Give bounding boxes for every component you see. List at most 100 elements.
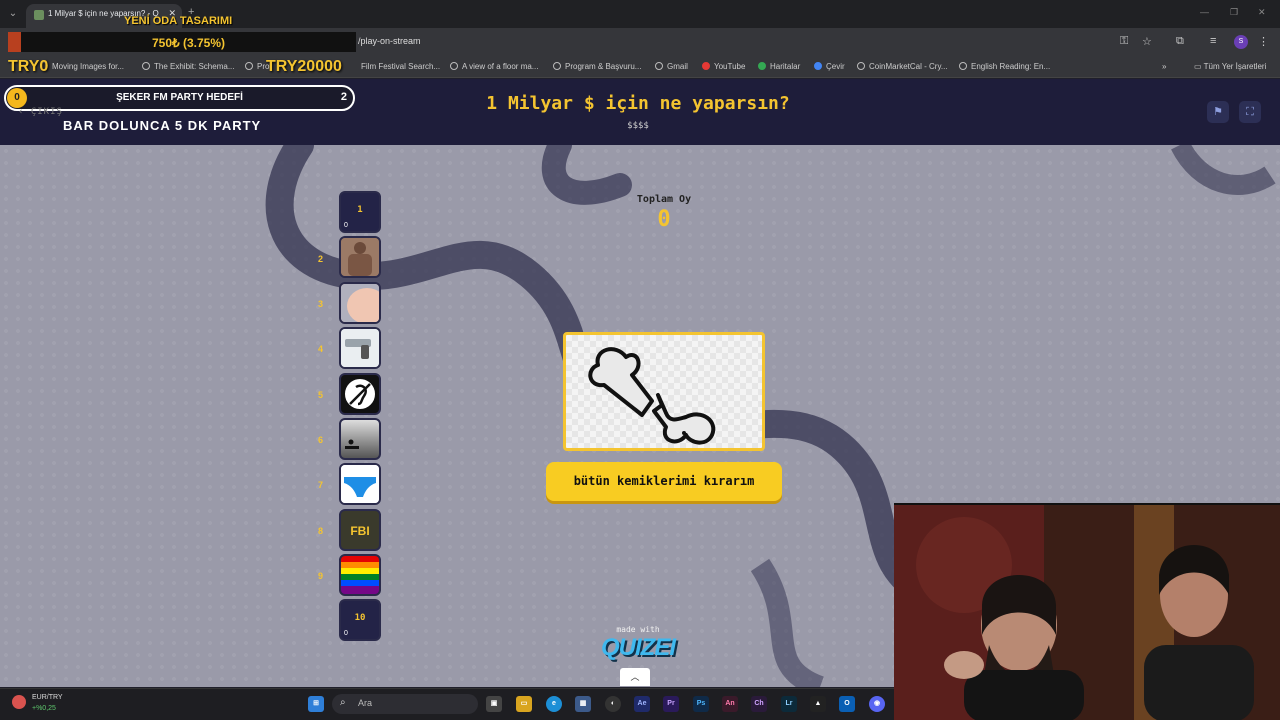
ladder-number: 7 <box>318 480 324 490</box>
globe-icon <box>450 62 458 70</box>
edge-browser-icon[interactable]: e <box>546 696 562 712</box>
ladder-cell-8[interactable]: FBI <box>339 509 381 551</box>
lonely-bench-image <box>341 420 379 458</box>
close-window-icon[interactable]: ✕ <box>1258 7 1266 18</box>
currency-widget-icon[interactable] <box>12 695 26 709</box>
store-icon[interactable]: ▦ <box>575 696 591 712</box>
bookmark-item[interactable]: Program & Başvuru... <box>553 62 641 71</box>
broken-bone-icon <box>588 347 716 445</box>
browser-menu-icon[interactable]: ⋮ <box>1258 35 1269 48</box>
flag-icon: ⚑ <box>1213 106 1223 118</box>
donation-progress-bar: 750₺ (3.75%) <box>8 32 356 52</box>
file-explorer-icon[interactable]: ▭ <box>516 696 532 712</box>
ladder-cell-3[interactable] <box>339 282 381 324</box>
premiere-icon[interactable]: Pr <box>663 696 679 712</box>
animate-icon[interactable]: An <box>722 696 738 712</box>
folder-icon: ▭ <box>1194 62 1204 71</box>
bookmark-item[interactable]: A view of a floor ma... <box>450 62 538 71</box>
ladder-number: 3 <box>318 299 324 309</box>
media-queue-icon[interactable]: ≡ <box>1210 35 1216 47</box>
app-triangle-icon[interactable]: ▲ <box>810 696 826 712</box>
ladder-cell-10[interactable]: 10 0 <box>339 599 381 641</box>
total-votes-value: 0 <box>657 207 671 232</box>
ladder-cell-4[interactable] <box>339 327 381 369</box>
ladder-number: 5 <box>318 390 324 400</box>
task-view-icon[interactable]: ▣ <box>486 696 502 712</box>
ladder-number: 2 <box>318 254 324 264</box>
fullscreen-button[interactable]: ⛶ <box>1239 101 1261 123</box>
bookmarks-bar: Moving Images for... The Exhibit: Schema… <box>0 56 1280 78</box>
ladder-number: 6 <box>318 435 324 445</box>
answer-button[interactable]: bütün kemiklerimi kırarım <box>546 462 782 501</box>
bookmark-item[interactable]: CoinMarketCal - Cry... <box>857 62 948 71</box>
deaf-symbol-icon <box>343 377 377 411</box>
discord-icon[interactable]: ◉ <box>869 696 885 712</box>
currency-widget-value: +%0,25 <box>32 705 56 712</box>
bookmark-star-icon[interactable]: ☆ <box>1142 35 1152 48</box>
fullscreen-icon: ⛶ <box>1246 106 1254 118</box>
scroll-up-icon[interactable]: ︿ <box>620 668 650 686</box>
progress-start-label: TRY0 <box>8 58 49 75</box>
made-with-label: made with <box>616 625 660 634</box>
ladder-cell-5[interactable] <box>339 373 381 415</box>
tab-favicon-icon <box>34 10 44 20</box>
character-animator-icon[interactable]: Ch <box>751 696 767 712</box>
bookmark-item[interactable]: Çevir <box>814 62 845 71</box>
ladder-cell-6[interactable] <box>339 418 381 460</box>
maximize-icon[interactable]: ❐ <box>1230 7 1238 18</box>
tab-search-chevron-icon[interactable]: ⌄ <box>4 5 22 23</box>
progress-end-label: TRY20000 <box>266 58 342 75</box>
ladder-number: 4 <box>318 344 324 354</box>
question-title: 1 Milyar $ için ne yaparsın? <box>486 93 790 114</box>
gun-image <box>341 329 379 367</box>
extensions-icon[interactable]: ⧉ <box>1176 35 1184 48</box>
webcam-feed <box>894 503 1280 720</box>
outlook-icon[interactable]: O <box>839 696 855 712</box>
password-key-icon[interactable]: ⚿ <box>1120 35 1128 48</box>
ladder-number: 9 <box>318 571 324 581</box>
bookmark-item[interactable]: English Reading: En... <box>959 62 1050 71</box>
bookmark-item[interactable]: Film Festival Search... <box>361 62 440 71</box>
quizei-logo[interactable]: QUIZEI <box>596 634 680 662</box>
currency-widget-label[interactable]: EUR/TRY <box>32 694 63 701</box>
bookmark-item[interactable]: Gmail <box>655 62 688 71</box>
skin-image <box>341 284 379 322</box>
ladder-cell-9[interactable] <box>339 554 381 596</box>
ladder-cell-1[interactable]: 1 0 <box>339 191 381 233</box>
bookmark-item[interactable]: Moving Images for... <box>40 62 124 71</box>
overlay-title: YENİ ODA TASARIMI <box>124 15 233 27</box>
report-flag-button[interactable]: ⚑ <box>1207 101 1229 123</box>
bookmark-item[interactable]: The Exhibit: Schema... <box>142 62 234 71</box>
windows-start-icon[interactable]: ⊞ <box>308 696 324 712</box>
translate-icon <box>814 62 822 70</box>
maps-pin-icon <box>758 62 766 70</box>
globe-icon <box>857 62 865 70</box>
bookmark-item[interactable]: Haritalar <box>758 62 800 71</box>
lightroom-icon[interactable]: Lr <box>781 696 797 712</box>
profile-avatar[interactable]: S <box>1234 35 1248 49</box>
total-votes-label: Toplam Oy <box>636 194 692 205</box>
minimize-icon[interactable]: — <box>1200 7 1209 17</box>
youtube-icon <box>702 62 710 70</box>
taskbar-search[interactable]: ⌕ Ara <box>332 694 478 714</box>
muscular-man-image <box>341 238 379 276</box>
globe-icon <box>245 62 253 70</box>
photoshop-icon[interactable]: Ps <box>693 696 709 712</box>
app-icon[interactable]: ◐ <box>605 696 621 712</box>
search-icon: ⌕ <box>340 697 346 708</box>
fbi-label: FBI <box>350 524 370 538</box>
globe-icon <box>959 62 967 70</box>
globe-icon <box>655 62 663 70</box>
answer-image-card <box>563 332 765 451</box>
ladder-cell-7[interactable] <box>339 463 381 505</box>
search-input[interactable]: Ara <box>358 698 372 708</box>
url-input[interactable]: /play-on-stream <box>358 36 421 46</box>
rainbow-flag-image <box>341 556 379 594</box>
donation-progress-fill <box>8 32 22 52</box>
after-effects-icon[interactable]: Ae <box>634 696 650 712</box>
all-bookmarks[interactable]: ▭ Tüm Yer İşaretleri <box>1194 62 1266 71</box>
more-bookmarks-icon[interactable]: » <box>1162 62 1166 71</box>
ladder-cell-2[interactable] <box>339 236 381 278</box>
globe-icon <box>553 62 561 70</box>
bookmark-item[interactable]: YouTube <box>702 62 745 71</box>
